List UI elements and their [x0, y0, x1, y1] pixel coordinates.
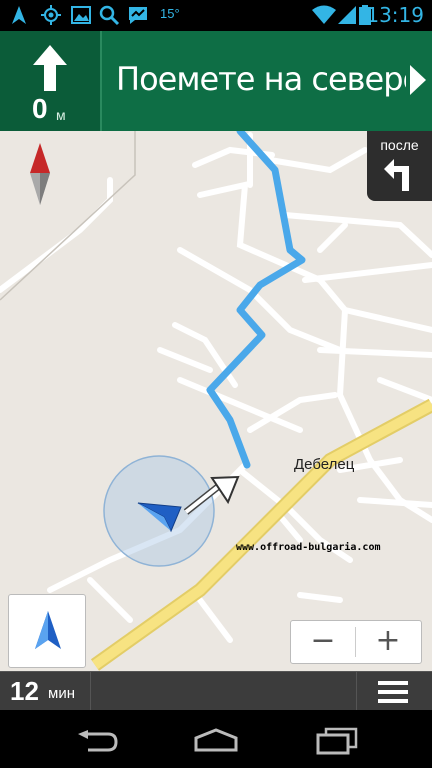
watermark: www.offroad-bulgaria.com [236, 542, 381, 553]
place-label: Дебелец [294, 456, 355, 473]
chevron-right-icon[interactable] [410, 65, 426, 95]
recenter-button[interactable] [8, 594, 86, 668]
temperature-text: 15° [160, 6, 180, 21]
zoom-out-button[interactable]: − [291, 621, 355, 663]
map-canvas[interactable] [0, 131, 432, 671]
search-icon [99, 5, 120, 26]
gallery-icon [71, 6, 91, 24]
current-maneuver-box[interactable]: 0 м [0, 31, 102, 131]
zoom-controls: − + [290, 620, 422, 664]
instruction-text: Поемете на североизток [116, 60, 406, 98]
back-icon[interactable] [76, 730, 118, 752]
distance-value: 0 [32, 93, 48, 124]
gps-icon [41, 5, 61, 25]
distance-unit: м [56, 107, 66, 123]
map-view[interactable] [0, 131, 432, 671]
zoom-in-button[interactable]: + [356, 621, 420, 663]
recent-apps-icon[interactable] [316, 727, 358, 755]
navigation-arrow-icon [35, 611, 61, 649]
compass-icon[interactable] [28, 143, 52, 205]
status-bar: 15° 13:19 [0, 0, 432, 31]
straight-arrow-icon [33, 45, 67, 91]
home-icon[interactable] [194, 728, 238, 752]
clock: 13:19 [366, 3, 424, 27]
eta-value[interactable]: 12 [10, 676, 39, 707]
instruction-panel[interactable]: 0 м Поемете на североизток [0, 31, 432, 131]
next-turn-box[interactable]: после [367, 131, 432, 201]
bottom-bar: 12 мин [0, 671, 432, 711]
chat-icon [129, 7, 147, 24]
navigation-arrow-icon [12, 6, 26, 24]
eta-unit: мин [48, 685, 75, 702]
system-navigation-bar [0, 710, 432, 768]
turn-left-icon [384, 159, 409, 191]
wifi-icon [312, 5, 336, 24]
menu-icon[interactable] [378, 681, 408, 703]
signal-icon [338, 6, 356, 24]
next-turn-label: после [380, 137, 419, 153]
divider [90, 672, 91, 711]
divider [356, 672, 357, 711]
